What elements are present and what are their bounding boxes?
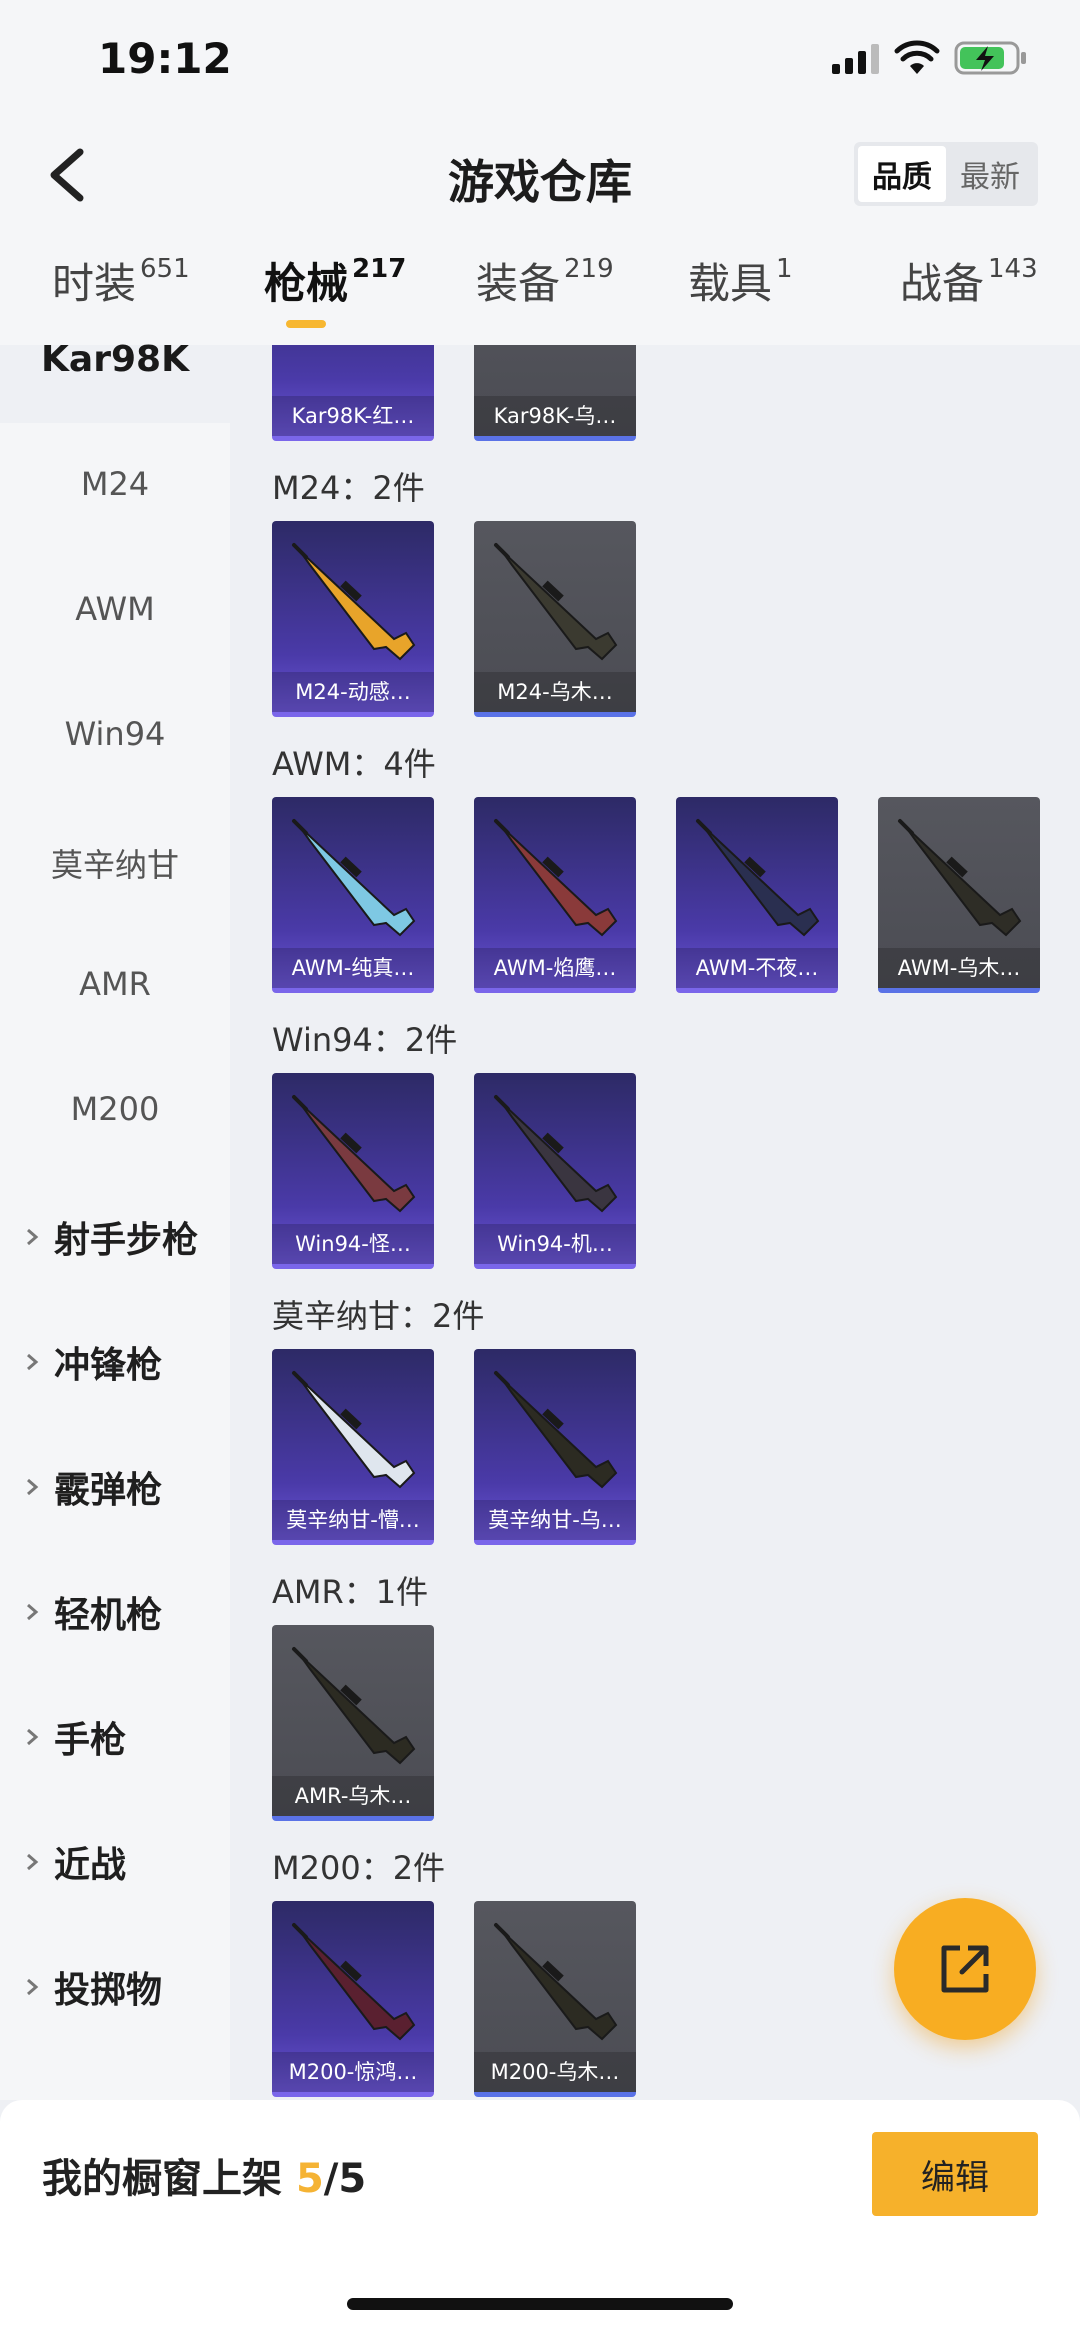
weapon-card-label: AMR-乌木… xyxy=(272,1776,434,1816)
wifi-icon xyxy=(894,40,940,74)
section-title: Win94：2件 xyxy=(272,1021,458,1059)
signal-icon xyxy=(832,44,879,74)
gun-image xyxy=(292,1923,416,2041)
weapon-card[interactable]: 莫辛纳甘-乌… xyxy=(474,1349,636,1545)
weapon-card[interactable]: AWM-纯真… xyxy=(272,797,434,993)
weapon-card-label: Win94-怪… xyxy=(272,1224,434,1264)
weapon-card-label: M24-乌木… xyxy=(474,672,636,712)
weapon-card[interactable]: 莫辛纳甘-懵… xyxy=(272,1349,434,1545)
section-title: AMR：1件 xyxy=(272,1573,429,1611)
weapon-card[interactable]: M200-乌木… xyxy=(474,1901,636,2097)
chevron-right-icon xyxy=(27,1478,39,1496)
tab-equipment[interactable]: 装备 219 xyxy=(476,250,614,311)
battery-icon xyxy=(954,41,1026,75)
sidebar-cat-melee[interactable]: 近战 xyxy=(22,1836,126,1888)
weapon-card-label: Kar98K-乌… xyxy=(474,396,636,436)
weapon-card-label: 莫辛纳甘-懵… xyxy=(272,1500,434,1540)
sidebar-item-m200[interactable]: M200 xyxy=(0,1090,230,1128)
weapon-card-label: M200-乌木… xyxy=(474,2052,636,2092)
gun-image xyxy=(494,1371,618,1489)
gun-image xyxy=(292,819,416,937)
sidebar-item-awm[interactable]: AWM xyxy=(0,590,230,628)
chevron-right-icon xyxy=(27,1728,39,1746)
sidebar-item-win94[interactable]: Win94 xyxy=(0,715,230,753)
sidebar-item-m24[interactable]: M24 xyxy=(0,465,230,503)
weapon-card[interactable]: M200-惊鸿… xyxy=(272,1901,434,2097)
weapon-card[interactable]: Win94-机… xyxy=(474,1073,636,1269)
tab-fashion[interactable]: 时装 651 xyxy=(52,250,190,311)
sidebar-cat-lmg[interactable]: 轻机枪 xyxy=(22,1586,162,1638)
gun-image xyxy=(292,1647,416,1765)
weapon-card-label: AWM-纯真… xyxy=(272,948,434,988)
sort-toggle[interactable]: 品质 最新 xyxy=(854,142,1038,206)
weapon-card[interactable]: AWM-不夜… xyxy=(676,797,838,993)
section-title: M24：2件 xyxy=(272,469,425,507)
sidebar-cat-shotgun[interactable]: 霰弹枪 xyxy=(22,1461,162,1513)
weapon-card[interactable]: M24-动感… xyxy=(272,521,434,717)
active-tab-indicator xyxy=(286,320,326,328)
sidebar-cat-smg[interactable]: 冲锋枪 xyxy=(22,1336,162,1388)
sidebar-cat-throwable[interactable]: 投掷物 xyxy=(22,1961,162,2013)
gun-image xyxy=(292,1095,416,1213)
share-button[interactable] xyxy=(894,1898,1036,2040)
edit-button[interactable]: 编辑 xyxy=(872,2132,1038,2216)
sidebar-item-amr[interactable]: AMR xyxy=(0,965,230,1003)
home-indicator xyxy=(347,2298,733,2310)
sort-option-quality[interactable]: 品质 xyxy=(858,146,946,202)
gun-image xyxy=(292,543,416,661)
gun-image xyxy=(494,543,618,661)
gun-image xyxy=(494,1923,618,2041)
weapon-card[interactable]: AWM-乌木… xyxy=(878,797,1040,993)
weapon-card-label: 莫辛纳甘-乌… xyxy=(474,1500,636,1540)
tab-vehicles[interactable]: 载具 1 xyxy=(688,250,793,311)
chevron-right-icon xyxy=(27,1853,39,1871)
weapon-card-label: AWM-不夜… xyxy=(676,948,838,988)
category-tabs: 时装 651 枪械 217 装备 219 载具 1 战备 143 xyxy=(0,250,1080,345)
sidebar-cat-dmr[interactable]: 射手步枪 xyxy=(22,1211,198,1263)
weapon-card-label: Win94-机… xyxy=(474,1224,636,1264)
sidebar-item-kar98k[interactable]: Kar98K xyxy=(0,339,230,380)
tab-supplies[interactable]: 战备 143 xyxy=(900,250,1038,311)
weapon-card-label: AWM-乌木… xyxy=(878,948,1040,988)
sort-option-newest[interactable]: 最新 xyxy=(946,146,1034,202)
showcase-count: 我的橱窗上架 5/5 xyxy=(42,2156,367,2202)
weapon-card-label: M24-动感… xyxy=(272,672,434,712)
status-time: 19:12 xyxy=(98,34,232,83)
app-header: 游戏仓库 品质 最新 时装 651 枪械 217 装备 219 载具 1 战备 143 xyxy=(0,120,1080,345)
share-icon xyxy=(941,1945,989,1993)
weapon-card-label: M200-惊鸿… xyxy=(272,2052,434,2092)
sidebar-cat-pistol[interactable]: 手枪 xyxy=(22,1711,126,1763)
weapon-grid: Kar98K-红… Kar98K-乌… M24：2件 M24-动感… M24-乌… xyxy=(230,345,1080,2100)
section-title: AWM：4件 xyxy=(272,745,436,783)
weapon-card[interactable]: AWM-焰鹰… xyxy=(474,797,636,993)
chevron-right-icon xyxy=(27,1978,39,1996)
chevron-right-icon xyxy=(27,1228,39,1246)
weapon-card[interactable]: Kar98K-红… xyxy=(272,345,434,441)
status-bar: 19:12 xyxy=(0,0,1080,120)
section-title: M200：2件 xyxy=(272,1849,446,1887)
weapon-card[interactable]: AMR-乌木… xyxy=(272,1625,434,1821)
weapon-card[interactable]: Kar98K-乌… xyxy=(474,345,636,441)
gun-image xyxy=(494,1095,618,1213)
weapon-sidebar: Kar98K M24 AWM Win94 莫辛纳甘 AMR M200 射手步枪 … xyxy=(0,339,230,2100)
weapon-card[interactable]: Win94-怪… xyxy=(272,1073,434,1269)
weapon-card[interactable]: M24-乌木… xyxy=(474,521,636,717)
section-title: 莫辛纳甘：2件 xyxy=(272,1297,485,1335)
weapon-card-label: Kar98K-红… xyxy=(272,396,434,436)
gun-image xyxy=(898,819,1022,937)
showcase-bar: 我的橱窗上架 5/5 编辑 xyxy=(0,2100,1080,2337)
weapon-card-label: AWM-焰鹰… xyxy=(474,948,636,988)
chevron-right-icon xyxy=(27,1353,39,1371)
tab-guns[interactable]: 枪械 217 xyxy=(264,250,406,311)
chevron-right-icon xyxy=(27,1603,39,1621)
gun-image xyxy=(696,819,820,937)
sidebar-item-mosin[interactable]: 莫辛纳甘 xyxy=(0,840,230,886)
gun-image xyxy=(292,1371,416,1489)
gun-image xyxy=(494,819,618,937)
